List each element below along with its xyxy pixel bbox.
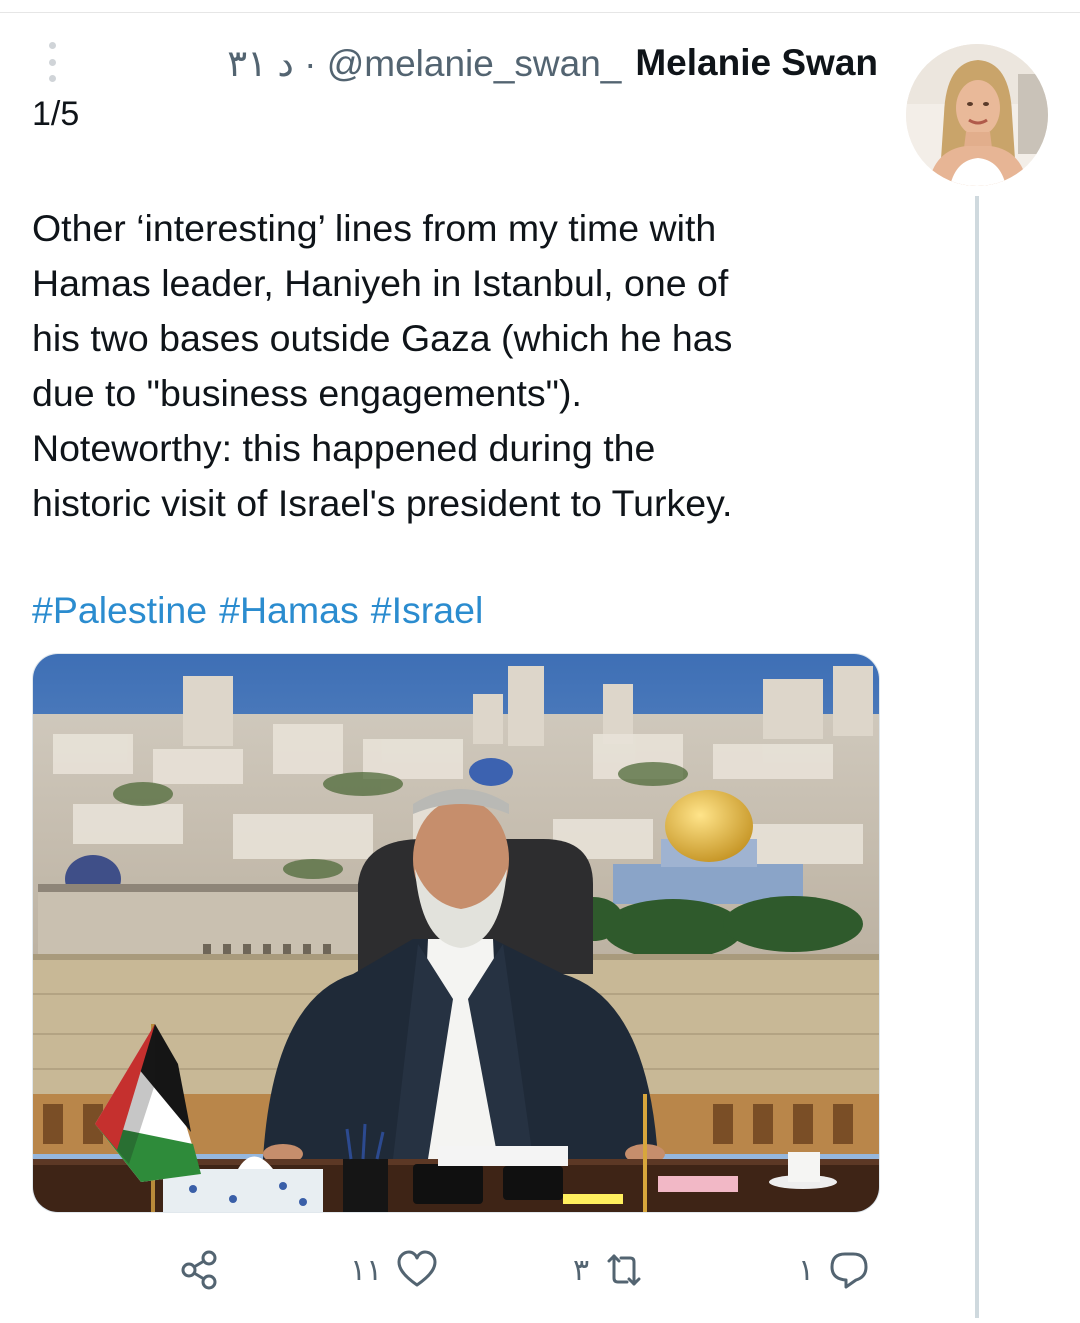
- reply-count: ١: [798, 1253, 815, 1287]
- tweet-text: Other ‘interesting’ lines from my time w…: [32, 201, 892, 531]
- hashtag-link[interactable]: #Hamas: [219, 585, 359, 635]
- like-count: ١١: [350, 1253, 383, 1287]
- tweet-photo[interactable]: [32, 653, 880, 1213]
- thread-count: 1/5: [32, 95, 80, 133]
- retweet-count: ٣: [573, 1253, 590, 1287]
- tweet-line: historic visit of Israel's president to …: [32, 482, 733, 524]
- tweet-header: د ٣١ · @melanie_swan_ Melanie Swan: [227, 40, 878, 86]
- hashtag-link[interactable]: #Israel: [371, 585, 484, 635]
- tweet-page: د ٣١ · @melanie_swan_ Melanie Swan 1/5 O…: [0, 0, 1080, 1323]
- share-button[interactable]: [178, 1240, 220, 1300]
- tweet-line: Hamas leader, Haniyeh in Istanbul, one o…: [32, 262, 729, 304]
- hashtags: #Palestine #Hamas #Israel: [32, 585, 483, 635]
- retweet-button[interactable]: ٣: [573, 1240, 645, 1300]
- reply-button[interactable]: ١: [798, 1240, 870, 1300]
- hashtag-link[interactable]: #Palestine: [32, 585, 207, 635]
- reply-icon: [828, 1249, 870, 1291]
- thread-line: [975, 196, 979, 1318]
- retweet-icon: [603, 1249, 645, 1291]
- display-name[interactable]: Melanie Swan: [635, 42, 878, 84]
- tweet-line: Other ‘interesting’ lines from my time w…: [32, 207, 717, 249]
- handle-and-time[interactable]: د ٣١ · @melanie_swan_: [227, 42, 621, 85]
- heart-icon: [396, 1249, 438, 1291]
- avatar[interactable]: [906, 44, 1048, 186]
- action-bar: ١١ ٣ ١: [0, 1240, 1080, 1300]
- vertical-dots-icon[interactable]: [40, 42, 64, 82]
- share-icon: [178, 1249, 220, 1291]
- tweet-line: Noteworthy: this happened during the: [32, 427, 656, 469]
- top-divider: [0, 12, 1080, 13]
- tweet-line: due to "business engagements").: [32, 372, 582, 414]
- tweet-line: his two bases outside Gaza (which he has: [32, 317, 733, 359]
- like-button[interactable]: ١١: [350, 1240, 438, 1300]
